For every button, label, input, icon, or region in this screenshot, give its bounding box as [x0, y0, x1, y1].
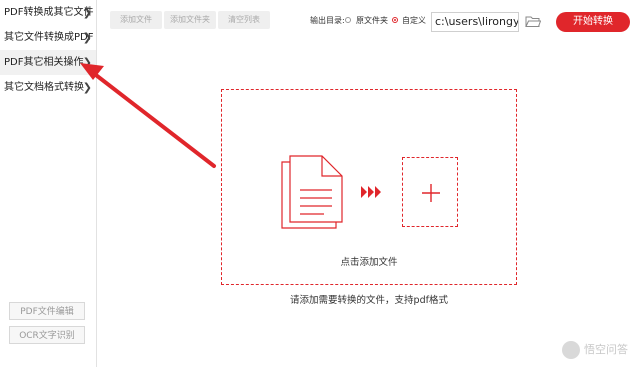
watermark-text: 悟空问答 [584, 343, 628, 356]
supported-format-hint: 请添加需要转换的文件，支持pdf格式 [290, 295, 448, 306]
plus-icon [422, 184, 440, 202]
output-dir-label: 输出目录: [310, 16, 345, 25]
sidebar-item-label: 其它文件转换成PDF [4, 32, 94, 43]
add-folder-button[interactable]: 添加文件夹 [164, 11, 216, 29]
start-convert-button[interactable]: 开始转换 [556, 12, 630, 32]
sidebar-item-doc-format[interactable]: 其它文档格式转换 ❯ [0, 75, 96, 100]
sidebar-item-other-to-pdf[interactable]: 其它文件转换成PDF ❯ [0, 25, 96, 50]
chevron-right-icon: ❯ [82, 81, 92, 94]
sidebar: PDF转换成其它文件 ❯ 其它文件转换成PDF ❯ PDF其它相关操作 ❯ 其它… [0, 0, 97, 367]
sidebar-item-label: 其它文档格式转换 [4, 82, 84, 93]
add-file-box[interactable] [402, 157, 458, 227]
document-icon [281, 155, 343, 229]
file-drop-zone[interactable]: 点击添加文件 [221, 89, 517, 285]
folder-icon[interactable] [525, 15, 541, 28]
radio-source-folder[interactable] [345, 17, 351, 23]
chevron-right-icon: ❯ [82, 6, 92, 19]
sidebar-item-pdf-to-other[interactable]: PDF转换成其它文件 ❯ [0, 0, 96, 25]
custom-label: 自定义 [402, 16, 426, 25]
clear-list-button[interactable]: 清空列表 [218, 11, 270, 29]
chevron-right-icon: ❯ [82, 31, 92, 44]
ocr-button[interactable]: OCR文字识别 [9, 326, 85, 344]
pdf-edit-button[interactable]: PDF文件编辑 [9, 302, 85, 320]
sidebar-item-label: PDF转换成其它文件 [4, 7, 94, 18]
watermark-logo-icon [562, 341, 580, 359]
arrows-right-icon [361, 186, 381, 198]
add-file-button[interactable]: 添加文件 [110, 11, 162, 29]
watermark: 悟空问答 [562, 341, 628, 359]
source-folder-label: 原文件夹 [356, 16, 388, 25]
radio-custom[interactable] [392, 17, 398, 23]
sidebar-item-pdf-other-ops[interactable]: PDF其它相关操作 ❯ [0, 50, 96, 75]
drop-zone-text: 点击添加文件 [340, 257, 398, 268]
output-path-field[interactable]: c:\users\lirongyu [431, 12, 519, 32]
sidebar-item-label: PDF其它相关操作 [4, 57, 84, 68]
chevron-right-icon: ❯ [82, 56, 92, 69]
